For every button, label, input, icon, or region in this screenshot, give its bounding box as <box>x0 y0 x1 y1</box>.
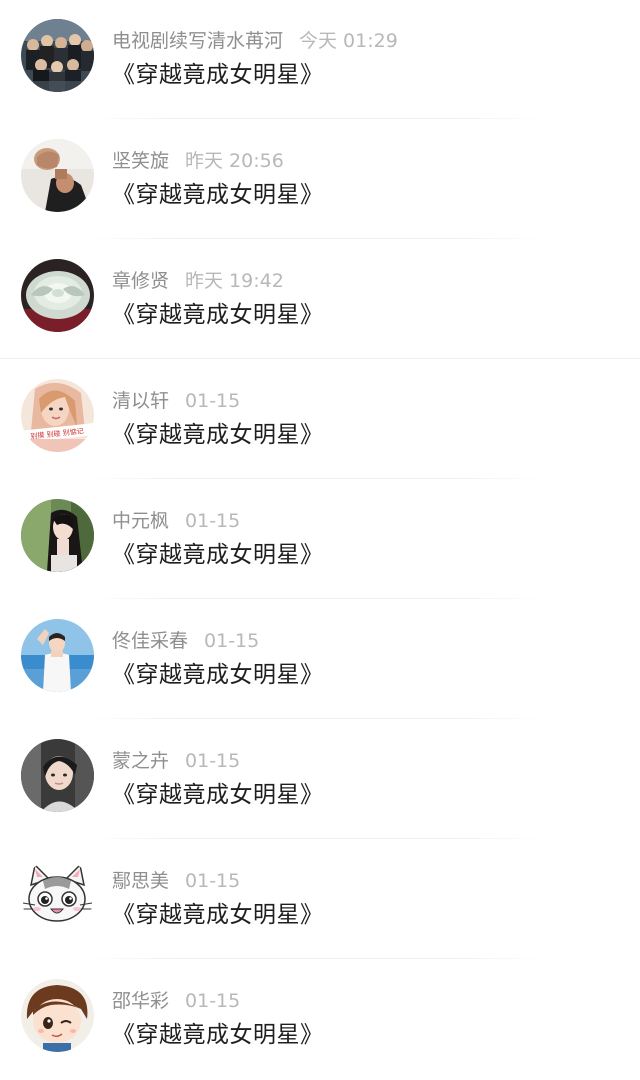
book-title[interactable]: 《穿越竟成女明星》 <box>112 660 324 690</box>
divider <box>88 718 544 719</box>
comment-list: 电视剧续写清水苒河 今天 01:29 《穿越竟成女明星》 坚笑旋 昨天 20:56 … <box>0 0 640 1076</box>
list-item[interactable]: 佟佳采春 01-15 《穿越竟成女明星》 <box>0 600 640 720</box>
timestamp: 昨天 20:56 <box>185 150 284 172</box>
item-meta: 佟佳采春 01-15 <box>112 628 259 654</box>
list-item[interactable]: 蒙之卉 01-15 《穿越竟成女明星》 <box>0 720 640 840</box>
list-item[interactable]: 别摸 别碰 别惦记 清以轩 01-15 《穿越竟成女明星》 <box>0 360 640 480</box>
cartoon-cat-avatar[interactable] <box>21 859 94 932</box>
book-title[interactable]: 《穿越竟成女明星》 <box>112 1020 324 1050</box>
group-photo-avatar[interactable] <box>21 19 94 92</box>
author-name[interactable]: 中元枫 <box>112 510 169 532</box>
item-meta: 清以轩 01-15 <box>112 388 240 414</box>
white-flower-avatar[interactable] <box>21 259 94 332</box>
divider <box>88 118 544 119</box>
list-item[interactable]: 鄢思美 01-15 《穿越竟成女明星》 <box>0 840 640 960</box>
item-meta: 邵华彩 01-15 <box>112 988 240 1014</box>
timestamp: 01-15 <box>185 510 241 532</box>
timestamp: 今天 01:29 <box>299 30 398 52</box>
item-meta: 坚笑旋 昨天 20:56 <box>112 148 284 174</box>
list-item[interactable]: 邵华彩 01-15 《穿越竟成女明星》 <box>0 960 640 1080</box>
timestamp: 01-15 <box>185 870 241 892</box>
item-meta: 蒙之卉 01-15 <box>112 748 240 774</box>
author-name[interactable]: 电视剧续写清水苒河 <box>112 30 283 52</box>
book-title[interactable]: 《穿越竟成女明星》 <box>112 180 324 210</box>
author-name[interactable]: 蒙之卉 <box>112 750 169 772</box>
girl-banner-avatar[interactable]: 别摸 别碰 别惦记 <box>21 379 94 452</box>
author-name[interactable]: 佟佳采春 <box>112 630 188 652</box>
author-name[interactable]: 鄢思美 <box>112 870 169 892</box>
author-name[interactable]: 邵华彩 <box>112 990 169 1012</box>
timestamp: 01-15 <box>185 750 241 772</box>
list-item[interactable]: 章修贤 昨天 19:42 《穿越竟成女明星》 <box>0 240 640 360</box>
timestamp: 01-15 <box>204 630 260 652</box>
author-name[interactable]: 坚笑旋 <box>112 150 169 172</box>
cartoon-boy-avatar[interactable] <box>21 979 94 1052</box>
beach-man-avatar[interactable] <box>21 619 94 692</box>
divider <box>88 238 544 239</box>
timestamp: 昨天 19:42 <box>185 270 284 292</box>
divider <box>88 958 544 959</box>
timestamp: 01-15 <box>185 990 241 1012</box>
author-name[interactable]: 章修贤 <box>112 270 169 292</box>
list-item[interactable]: 电视剧续写清水苒河 今天 01:29 《穿越竟成女明星》 <box>0 0 640 120</box>
divider <box>88 838 544 839</box>
book-title[interactable]: 《穿越竟成女明星》 <box>112 300 324 330</box>
divider <box>88 478 544 479</box>
book-title[interactable]: 《穿越竟成女明星》 <box>112 60 324 90</box>
divider <box>0 358 640 359</box>
book-title[interactable]: 《穿越竟成女明星》 <box>112 540 324 570</box>
book-title[interactable]: 《穿越竟成女明星》 <box>112 900 324 930</box>
item-meta: 电视剧续写清水苒河 今天 01:29 <box>112 28 398 54</box>
book-title[interactable]: 《穿越竟成女明星》 <box>112 420 324 450</box>
list-item[interactable]: 中元枫 01-15 《穿越竟成女明星》 <box>0 480 640 600</box>
divider <box>88 598 544 599</box>
man-fist-avatar[interactable] <box>21 139 94 212</box>
boy-portrait-avatar[interactable] <box>21 739 94 812</box>
item-meta: 鄢思美 01-15 <box>112 868 240 894</box>
timestamp: 01-15 <box>185 390 241 412</box>
list-item[interactable]: 坚笑旋 昨天 20:56 《穿越竟成女明星》 <box>0 120 640 240</box>
item-meta: 中元枫 01-15 <box>112 508 240 534</box>
author-name[interactable]: 清以轩 <box>112 390 169 412</box>
book-title[interactable]: 《穿越竟成女明星》 <box>112 780 324 810</box>
girl-long-hair-avatar[interactable] <box>21 499 94 572</box>
item-meta: 章修贤 昨天 19:42 <box>112 268 284 294</box>
